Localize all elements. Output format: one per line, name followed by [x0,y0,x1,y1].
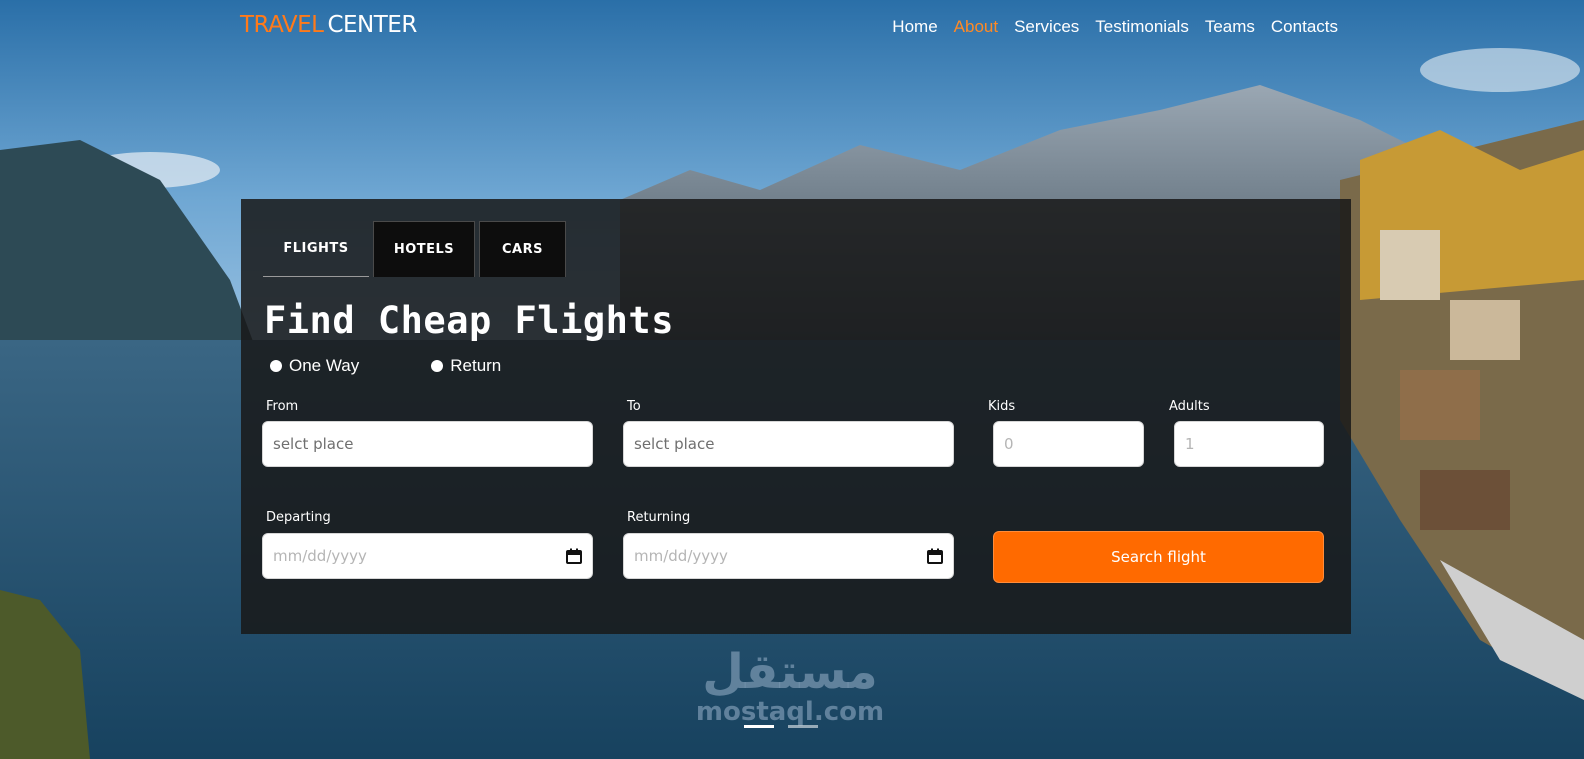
returning-placeholder: mm/dd/yyyy [634,547,728,565]
booking-tabs: FLIGHTS HOTELS CARS [263,221,566,277]
departing-placeholder: mm/dd/yyyy [273,547,367,565]
brand-logo-part1: TRAVEL [240,12,324,38]
one-way-label: One Way [289,356,360,375]
page-title: Find Cheap Flights [264,299,674,342]
radio-circle-icon [431,360,444,372]
trip-type-group: One Way Return [270,356,501,376]
from-input[interactable]: selct place [262,421,593,467]
calendar-icon[interactable] [566,548,582,564]
nav-item-testimonials[interactable]: Testimonials [1095,17,1189,37]
nav-item-teams[interactable]: Teams [1205,17,1255,37]
departing-date-input[interactable]: mm/dd/yyyy [262,533,593,579]
kids-label: Kids [988,399,1016,414]
kids-placeholder: 0 [1004,435,1014,453]
carousel-indicators [744,725,818,728]
adults-label: Adults [1169,399,1210,414]
returning-date-input[interactable]: mm/dd/yyyy [623,533,954,579]
from-placeholder: selct place [273,435,354,453]
to-placeholder: selct place [634,435,715,453]
adults-input[interactable]: 1 [1174,421,1324,467]
one-way-radio[interactable]: One Way [270,356,359,376]
nav-item-contacts[interactable]: Contacts [1271,17,1338,37]
tab-flights[interactable]: FLIGHTS [263,221,369,277]
carousel-indicator-2[interactable] [788,725,818,728]
main-nav: Home About Services Testimonials Teams C… [892,17,1338,37]
to-label: To [627,399,641,414]
search-flight-button[interactable]: Search flight [993,531,1324,583]
departing-label: Departing [266,510,331,525]
radio-circle-icon [270,360,282,372]
mostaql-watermark-logo: مستقل mostaql.com [690,646,890,726]
kids-input[interactable]: 0 [993,421,1144,467]
return-label: Return [450,356,502,375]
nav-item-about[interactable]: About [954,17,998,37]
return-radio[interactable]: Return [431,356,501,376]
to-input[interactable]: selct place [623,421,954,467]
returning-label: Returning [627,510,691,525]
from-label: From [266,399,299,414]
brand-logo[interactable]: TRAVEL CENTER [240,12,417,38]
watermark-arabic: مستقل [702,644,878,700]
tab-cars[interactable]: CARS [479,221,566,277]
calendar-icon[interactable] [927,548,943,564]
tab-hotels[interactable]: HOTELS [373,221,475,277]
adults-placeholder: 1 [1185,435,1195,453]
nav-item-services[interactable]: Services [1014,17,1079,37]
brand-logo-part2: CENTER [327,12,417,38]
watermark-latin: mostaql.com [695,697,885,727]
carousel-indicator-1[interactable] [744,725,774,728]
flight-search-panel: FLIGHTS HOTELS CARS Find Cheap Flights O… [241,199,1351,634]
nav-item-home[interactable]: Home [892,17,937,37]
